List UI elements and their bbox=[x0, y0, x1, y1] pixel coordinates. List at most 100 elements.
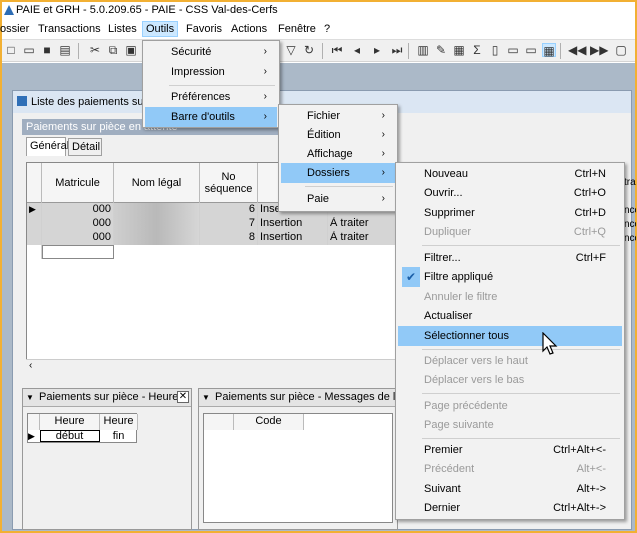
menu-item-nouveau[interactable]: Nouveau Ctrl+N bbox=[398, 164, 622, 184]
close-icon[interactable]: ✕ bbox=[177, 391, 189, 403]
table-row-empty[interactable] bbox=[27, 245, 397, 259]
hours-panel: Paiements sur pièce - Heures ▼ ✕ Heure d… bbox=[22, 388, 192, 530]
save-icon[interactable]: ■ bbox=[40, 43, 54, 57]
rows-icon[interactable]: ▭ bbox=[506, 43, 520, 57]
col-heure-debut[interactable]: Heure début bbox=[40, 414, 100, 442]
menu-item-suivant[interactable]: Suivant Alt+-> bbox=[398, 479, 622, 499]
menu-item-deplacer-bas[interactable]: Déplacer vers le bas bbox=[398, 370, 622, 390]
menu-item-filtrer[interactable]: Filtrer... Ctrl+F bbox=[398, 248, 622, 268]
layout-icon[interactable]: ▢ bbox=[614, 43, 628, 57]
menu-favoris[interactable]: Favoris bbox=[186, 23, 222, 35]
scroll-left-icon[interactable]: ‹ bbox=[29, 360, 32, 371]
menu-item-page-precedente[interactable]: Page précédente bbox=[398, 396, 622, 416]
cut-icon[interactable]: ✂ bbox=[88, 43, 102, 57]
new-icon[interactable]: □ bbox=[4, 43, 18, 57]
menu-item-dupliquer[interactable]: Dupliquer Ctrl+Q bbox=[398, 222, 622, 242]
menu-item-edition[interactable]: Édition › bbox=[281, 125, 395, 145]
clipped-header: tra bbox=[624, 177, 636, 188]
table-view-icon[interactable]: ▦ bbox=[542, 43, 556, 58]
menu-help[interactable]: ? bbox=[324, 23, 330, 35]
menu-item-actualiser[interactable]: Actualiser bbox=[398, 306, 622, 326]
print-icon[interactable]: ▤ bbox=[58, 43, 72, 57]
menu-item-selectionner-tous[interactable]: Sélectionner tous bbox=[398, 326, 622, 346]
cell-type: Insertion bbox=[258, 231, 328, 245]
menu-item-dossiers[interactable]: Dossiers › bbox=[281, 163, 395, 183]
menu-item-annuler-filtre[interactable]: Annuler le filtre bbox=[398, 287, 622, 307]
menu-item-precedent[interactable]: Précédent Alt+<- bbox=[398, 459, 622, 479]
row-selector bbox=[27, 245, 42, 259]
col-code[interactable]: Code bbox=[234, 414, 304, 430]
grid-icon[interactable]: ▦ bbox=[452, 43, 466, 57]
cell-new[interactable] bbox=[42, 245, 114, 259]
chevron-down-icon[interactable]: ▼ bbox=[202, 393, 210, 402]
col-heure-fin[interactable]: Heure fin bbox=[100, 414, 138, 442]
menu-item-ouvrir[interactable]: Ouvrir... Ctrl+O bbox=[398, 183, 622, 203]
columns-icon[interactable]: ▯ bbox=[488, 43, 502, 57]
menu-item-page-suivante[interactable]: Page suivante bbox=[398, 415, 622, 435]
refresh-icon[interactable]: ↻ bbox=[302, 43, 316, 57]
col-nom-legal[interactable]: Nom légal bbox=[114, 163, 200, 203]
menu-item-securite[interactable]: Sécurité › bbox=[145, 42, 277, 62]
menu-item-impression[interactable]: Impression › bbox=[145, 62, 277, 82]
chart-icon[interactable]: ▥ bbox=[416, 43, 430, 57]
menu-item-label: Barre d'outils bbox=[171, 111, 235, 123]
tab-general[interactable]: Général bbox=[26, 137, 69, 156]
menu-item-premier[interactable]: Premier Ctrl+Alt+<- bbox=[398, 440, 622, 460]
menu-outils[interactable]: Outils bbox=[142, 21, 179, 37]
menu-item-shortcut: Ctrl+Alt+<- bbox=[553, 444, 606, 456]
menu-item-label: Dupliquer bbox=[424, 226, 472, 238]
next-record-icon[interactable]: ▸ bbox=[370, 43, 384, 57]
row-selector-header bbox=[27, 163, 42, 203]
menu-separator bbox=[422, 245, 620, 246]
menu-item-supprimer[interactable]: Supprimer Ctrl+D bbox=[398, 203, 622, 223]
menu-item-label: Ouvrir... bbox=[424, 187, 463, 199]
tab-detail[interactable]: Détail bbox=[68, 138, 102, 156]
menu-item-label: Précédent bbox=[424, 463, 475, 475]
menu-item-label: Sélectionner tous bbox=[424, 330, 509, 342]
table-row[interactable]: 000 7 Insertion À traiter bbox=[27, 217, 397, 231]
clipped-cell: nco bbox=[624, 233, 636, 244]
clipped-cell: nco bbox=[624, 205, 636, 216]
menu-item-barre-outils[interactable]: Barre d'outils › bbox=[145, 107, 277, 127]
menu-item-deplacer-haut[interactable]: Déplacer vers le haut bbox=[398, 351, 622, 371]
chevron-right-icon: › bbox=[381, 148, 385, 159]
paste-icon[interactable]: ▣ bbox=[124, 43, 138, 57]
first-record-icon[interactable]: ⏮ bbox=[330, 43, 344, 57]
menu-item-shortcut: Alt+-> bbox=[576, 483, 606, 495]
last-record-icon[interactable]: ⏭ bbox=[390, 43, 404, 57]
menu-item-fichier[interactable]: Fichier › bbox=[281, 106, 395, 126]
rewind-icon[interactable]: ◀◀ bbox=[568, 43, 586, 57]
chevron-down-icon[interactable]: ▼ bbox=[26, 393, 34, 402]
menu-item-paie[interactable]: Paie › bbox=[281, 189, 395, 209]
menu-item-shortcut: Ctrl+N bbox=[574, 168, 606, 180]
menu-dossier[interactable]: ossier bbox=[0, 23, 29, 35]
col-matricule[interactable]: Matricule bbox=[42, 163, 114, 203]
menu-actions[interactable]: Actions bbox=[231, 23, 267, 35]
menu-listes[interactable]: Listes bbox=[108, 23, 137, 35]
row-pointer-icon: ▶ bbox=[28, 431, 35, 441]
sum-icon[interactable]: Σ bbox=[470, 43, 484, 57]
copy-icon[interactable]: ⧉ bbox=[106, 43, 120, 57]
form-icon[interactable]: ▭ bbox=[524, 43, 538, 57]
app-logo-icon bbox=[4, 5, 14, 15]
row-selector bbox=[27, 217, 42, 231]
menu-item-filtre-applique[interactable]: ✔ Filtre appliqué bbox=[398, 267, 622, 287]
mouse-pointer-icon bbox=[542, 332, 558, 355]
menu-item-label: Suivant bbox=[424, 483, 461, 495]
forward-icon[interactable]: ▶▶ bbox=[590, 43, 608, 57]
table-row[interactable]: 000 8 Insertion À traiter bbox=[27, 231, 397, 245]
open-folder-icon[interactable]: ▭ bbox=[22, 43, 36, 57]
previous-record-icon[interactable]: ◂ bbox=[350, 43, 364, 57]
filter-icon[interactable]: ▽ bbox=[284, 43, 298, 57]
chevron-right-icon: › bbox=[263, 66, 267, 77]
horizontal-scrollbar[interactable]: ‹ bbox=[26, 359, 396, 373]
col-no-sequence[interactable]: No séquence bbox=[200, 163, 258, 203]
menu-item-preferences[interactable]: Préférences › bbox=[145, 87, 277, 107]
menu-item-affichage[interactable]: Affichage › bbox=[281, 144, 395, 164]
menu-fenetre[interactable]: Fenêtre bbox=[278, 23, 316, 35]
chevron-right-icon: › bbox=[263, 91, 267, 102]
edit-icon[interactable]: ✎ bbox=[434, 43, 448, 57]
menu-item-dernier[interactable]: Dernier Ctrl+Alt+-> bbox=[398, 498, 622, 518]
cell-heure-debut[interactable] bbox=[40, 430, 100, 442]
menu-transactions[interactable]: Transactions bbox=[38, 23, 101, 35]
